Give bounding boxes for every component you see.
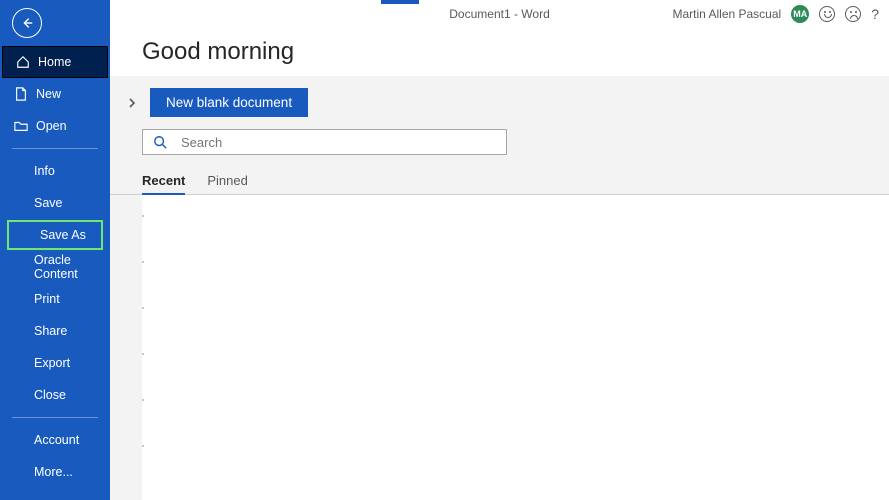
expand-new-chevron[interactable] xyxy=(122,93,142,113)
sidebar-item-account[interactable]: Account xyxy=(0,424,110,456)
sidebar-item-info[interactable]: Info xyxy=(0,155,110,187)
sidebar-item-close[interactable]: Close xyxy=(0,379,110,411)
sidebar-item-open[interactable]: Open xyxy=(0,110,110,142)
sidebar-item-export[interactable]: Export xyxy=(0,347,110,379)
tab-pinned[interactable]: Pinned xyxy=(207,169,247,194)
sidebar-item-label: Export xyxy=(34,356,70,370)
chevron-right-icon xyxy=(126,97,138,109)
backstage-sidebar: Home New Open Info Save Save As Oracle xyxy=(0,0,110,500)
sidebar-item-label: More... xyxy=(34,465,73,479)
search-icon xyxy=(153,135,167,149)
sidebar-footer-nav: Account More... xyxy=(0,424,110,488)
avatar[interactable]: MA xyxy=(791,5,809,23)
sidebar-separator xyxy=(12,148,98,149)
sidebar-item-print[interactable]: Print xyxy=(0,283,110,315)
sidebar-item-label: Share xyxy=(34,324,67,338)
sidebar-item-label: Info xyxy=(34,164,55,178)
open-folder-icon xyxy=(14,119,28,133)
window-title: Document1 - Word xyxy=(449,7,549,21)
titlebar: Document1 - Word Martin Allen Pascual MA… xyxy=(110,4,889,24)
help-icon[interactable]: ? xyxy=(871,6,879,22)
new-blank-document-button[interactable]: New blank document xyxy=(150,88,308,117)
back-button[interactable] xyxy=(12,8,42,38)
sidebar-item-label: Account xyxy=(34,433,79,447)
search-input[interactable] xyxy=(181,135,496,150)
back-arrow-icon xyxy=(20,16,34,30)
sidebar-item-label: Oracle Content xyxy=(34,253,110,281)
tab-recent[interactable]: Recent xyxy=(142,169,185,194)
content-area: New blank document Recent Pinned xyxy=(110,76,889,500)
sidebar-secondary-nav: Info Save Save As Oracle Content Print S… xyxy=(0,155,110,411)
new-doc-icon xyxy=(14,87,28,101)
sidebar-item-save[interactable]: Save xyxy=(0,187,110,219)
sidebar-item-label: Save xyxy=(34,196,63,210)
recent-documents-list xyxy=(142,195,889,500)
sidebar-item-label: Print xyxy=(34,292,60,306)
sidebar-item-save-as[interactable]: Save As xyxy=(6,219,104,251)
sidebar-item-label: Home xyxy=(38,55,71,69)
sidebar-item-oracle-content[interactable]: Oracle Content xyxy=(0,251,110,283)
list-tabs: Recent Pinned xyxy=(110,169,889,195)
list-gutter xyxy=(142,215,146,500)
sidebar-item-more[interactable]: More... xyxy=(0,456,110,488)
sidebar-primary-nav: Home New Open xyxy=(0,46,110,142)
page-title: Good morning xyxy=(110,24,889,76)
search-box[interactable] xyxy=(142,129,507,155)
feedback-smile-icon[interactable] xyxy=(819,6,835,22)
feedback-sad-icon[interactable] xyxy=(845,6,861,22)
sidebar-item-label: New xyxy=(36,87,61,101)
user-name[interactable]: Martin Allen Pascual xyxy=(672,7,781,21)
sidebar-item-label: Close xyxy=(34,388,66,402)
titlebar-right: Martin Allen Pascual MA ? xyxy=(672,5,879,23)
sidebar-item-label: Save As xyxy=(40,228,86,242)
search-section xyxy=(110,129,889,169)
main-panel: Document1 - Word Martin Allen Pascual MA… xyxy=(110,0,889,500)
sidebar-item-home[interactable]: Home xyxy=(2,46,108,78)
sidebar-item-label: Open xyxy=(36,119,67,133)
new-section: New blank document xyxy=(110,76,889,129)
home-icon xyxy=(16,55,30,69)
sidebar-item-share[interactable]: Share xyxy=(0,315,110,347)
sidebar-item-new[interactable]: New xyxy=(0,78,110,110)
sidebar-separator xyxy=(12,417,98,418)
